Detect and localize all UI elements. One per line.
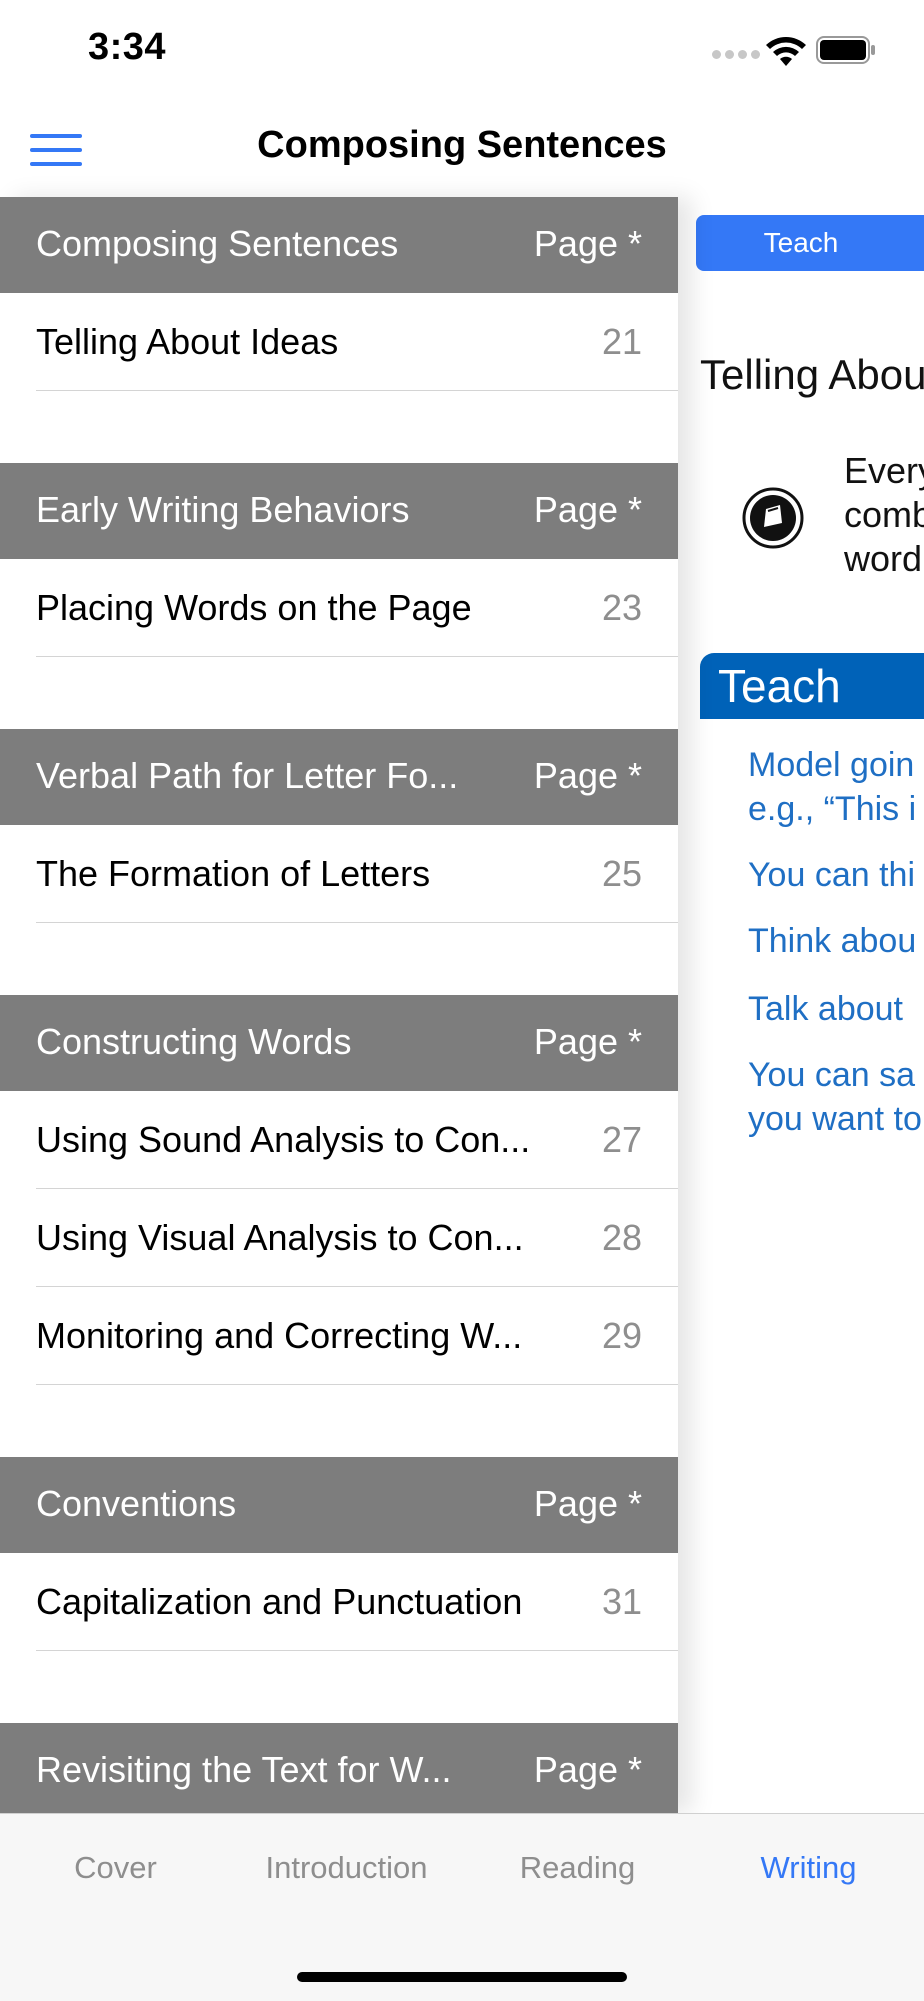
intro-text: Every comb word <box>844 449 924 581</box>
tab-reading[interactable]: Reading <box>462 1850 693 1886</box>
section-title: Constructing Words <box>36 1021 352 1062</box>
section-header-composing-sentences: Composing Sentences Page * <box>0 197 678 293</box>
intro-line: comb <box>844 494 924 535</box>
section-header-verbal-path: Verbal Path for Letter Fo... Page * <box>0 729 678 825</box>
list-item-monitoring-correcting[interactable]: Monitoring and Correcting W... 29 <box>0 1287 678 1385</box>
list-item-page: 28 <box>601 1217 642 1258</box>
list-item-label: Capitalization and Punctuation <box>36 1581 523 1622</box>
navigation-bar: Composing Sentences <box>0 100 924 198</box>
tab-cover[interactable]: Cover <box>0 1850 231 1886</box>
detail-pane: Teach Telling Abou Every comb word Teach… <box>678 197 924 1813</box>
list-item-capitalization[interactable]: Capitalization and Punctuation 31 <box>0 1553 678 1651</box>
section-page-label: Page * <box>533 489 642 530</box>
table-of-contents: Composing Sentences Page * Telling About… <box>0 197 678 1813</box>
book-icon <box>742 487 804 549</box>
section-title: Early Writing Behaviors <box>36 489 410 530</box>
divider <box>36 390 678 391</box>
detail-heading: Telling Abou <box>700 351 924 398</box>
section-title: Revisiting the Text for W... <box>36 1749 452 1790</box>
bullet-line: Model goin <box>748 746 915 784</box>
section-page-label: Page * <box>533 223 642 264</box>
divider <box>36 922 678 923</box>
page-title: Composing Sentences <box>257 124 667 166</box>
tab-introduction[interactable]: Introduction <box>231 1850 462 1886</box>
intro-line: word <box>844 538 923 579</box>
section-header-constructing-words: Constructing Words Page * <box>0 995 678 1091</box>
section-page-label: Page * <box>533 755 642 796</box>
bullet-line: You can sa <box>748 1056 915 1094</box>
teach-bullet: You can sa you want to <box>748 1053 922 1141</box>
list-item-label: Telling About Ideas <box>36 321 339 362</box>
bullet-line: You can thi <box>748 856 915 894</box>
section-header-early-writing-behaviors: Early Writing Behaviors Page * <box>0 463 678 559</box>
list-item-visual-analysis[interactable]: Using Visual Analysis to Con... 28 <box>0 1189 678 1287</box>
list-item-placing-words[interactable]: Placing Words on the Page 23 <box>0 559 678 657</box>
bullet-line: e.g., “This i <box>748 790 917 828</box>
bullet-line: you want to <box>748 1100 922 1138</box>
teach-bullet: You can thi <box>748 853 915 897</box>
teach-banner-label: Teach <box>718 660 841 712</box>
section-title: Composing Sentences <box>36 223 399 264</box>
list-item-formation-of-letters[interactable]: The Formation of Letters 25 <box>0 825 678 923</box>
section-title: Verbal Path for Letter Fo... <box>36 755 459 796</box>
list-item-page: 21 <box>601 321 642 362</box>
list-item-page: 31 <box>601 1581 642 1622</box>
status-time: 3:34 <box>88 26 167 68</box>
bullet-line: Talk about <box>748 990 903 1028</box>
teach-bullet: Model goin e.g., “This i <box>748 743 916 831</box>
divider <box>36 1384 678 1385</box>
list-item-telling-about-ideas[interactable]: Telling About Ideas 21 <box>0 293 678 391</box>
list-item-label: The Formation of Letters <box>36 853 431 894</box>
section-page-label: Page * <box>533 1021 642 1062</box>
list-item-label: Monitoring and Correcting W... <box>36 1315 523 1356</box>
list-item-page: 25 <box>601 853 642 894</box>
list-item-label: Using Sound Analysis to Con... <box>36 1119 531 1160</box>
tab-teach[interactable]: Teach <box>696 215 924 271</box>
intro-line: Every <box>844 450 924 491</box>
teach-section-banner: Teach <box>700 653 924 719</box>
cellular-signal-icon <box>712 50 760 59</box>
section-title: Conventions <box>36 1483 237 1524</box>
section-page-label: Page * <box>533 1483 642 1524</box>
section-header-conventions: Conventions Page * <box>0 1457 678 1553</box>
bullet-line: Think abou <box>748 922 917 960</box>
divider <box>36 1650 678 1651</box>
list-item-page: 23 <box>601 587 642 628</box>
teach-bullet: Think abou <box>748 919 916 963</box>
status-bar: 3:34 <box>0 0 924 100</box>
tab-writing[interactable]: Writing <box>693 1850 924 1886</box>
list-item-page: 29 <box>601 1315 642 1356</box>
wifi-icon <box>766 37 806 66</box>
divider <box>36 656 678 657</box>
home-indicator <box>297 1972 627 1982</box>
list-item-label: Using Visual Analysis to Con... <box>36 1217 524 1258</box>
battery-icon <box>816 36 875 64</box>
section-header-revisiting-text: Revisiting the Text for W... Page * <box>0 1723 678 1813</box>
tab-teach-label: Teach <box>763 227 839 258</box>
teach-bullet: Talk about <box>748 987 903 1031</box>
list-item-sound-analysis[interactable]: Using Sound Analysis to Con... 27 <box>0 1091 678 1189</box>
list-item-page: 27 <box>601 1119 642 1160</box>
section-page-label: Page * <box>533 1749 642 1790</box>
list-item-label: Placing Words on the Page <box>36 587 472 628</box>
